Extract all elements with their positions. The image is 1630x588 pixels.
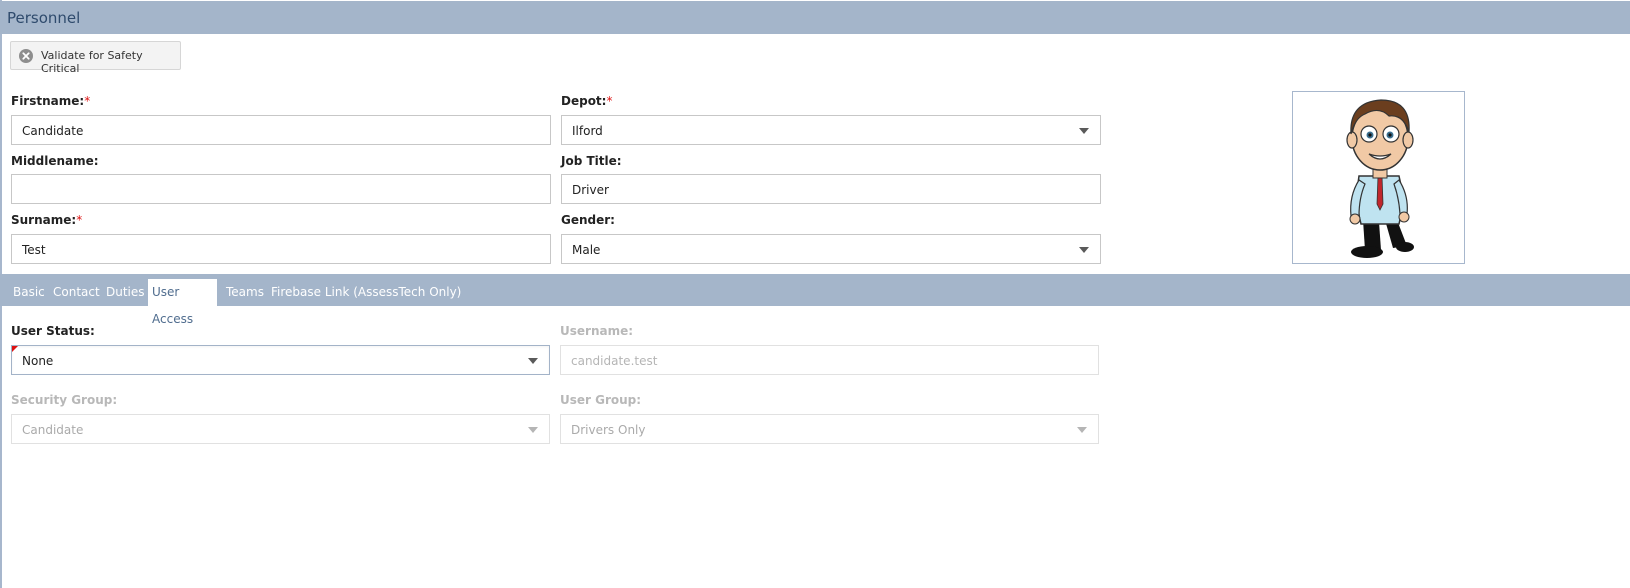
tab-teams[interactable]: Teams bbox=[222, 279, 268, 306]
avatar[interactable] bbox=[1292, 91, 1465, 264]
security-group-select[interactable]: Candidate bbox=[11, 414, 550, 444]
middlename-input[interactable] bbox=[11, 174, 551, 204]
user-group-label: User Group: bbox=[560, 393, 642, 407]
firstname-label: Firstname:* bbox=[11, 94, 91, 108]
validate-safety-critical-button[interactable]: Validate for Safety Critical bbox=[10, 41, 181, 75]
surname-label: Surname:* bbox=[11, 213, 83, 227]
user-status-label: User Status: bbox=[11, 324, 95, 338]
gender-select[interactable]: Male bbox=[561, 234, 1101, 264]
tab-duties[interactable]: Duties bbox=[102, 279, 149, 306]
tab-firebase-link[interactable]: Firebase Link (AssessTech Only) bbox=[267, 279, 465, 306]
username-input[interactable]: candidate.test bbox=[560, 345, 1099, 375]
chevron-down-icon bbox=[528, 427, 538, 433]
depot-select[interactable]: Ilford bbox=[561, 115, 1101, 145]
surname-input[interactable]: Test bbox=[11, 234, 551, 264]
tab-user-access[interactable]: User Access bbox=[148, 279, 217, 326]
page-title: Personnel bbox=[7, 9, 81, 27]
gender-label: Gender: bbox=[561, 213, 615, 227]
chevron-down-icon bbox=[528, 358, 538, 364]
middlename-label: Middlename: bbox=[11, 154, 99, 168]
changed-flag-icon bbox=[12, 346, 18, 352]
close-circle-icon bbox=[19, 49, 33, 63]
job-title-input[interactable]: Driver bbox=[561, 174, 1101, 204]
chevron-down-icon bbox=[1079, 247, 1089, 253]
tab-bar: Basic Contact Duties User Access Teams F… bbox=[0, 274, 1630, 326]
chevron-down-icon bbox=[1079, 128, 1089, 134]
validate-button-label: Validate for Safety Critical bbox=[41, 49, 143, 75]
username-label: Username: bbox=[560, 324, 634, 338]
job-title-label: Job Title: bbox=[561, 154, 622, 168]
user-status-select[interactable]: None bbox=[11, 345, 550, 375]
tab-contact[interactable]: Contact bbox=[49, 279, 104, 306]
tab-basic[interactable]: Basic bbox=[9, 279, 49, 306]
security-group-label: Security Group: bbox=[11, 393, 118, 407]
user-group-select[interactable]: Drivers Only bbox=[560, 414, 1099, 444]
cartoon-person-avatar-icon bbox=[1346, 99, 1414, 258]
firstname-input[interactable]: Candidate bbox=[11, 115, 551, 145]
chevron-down-icon bbox=[1077, 427, 1087, 433]
depot-label: Depot:* bbox=[561, 94, 613, 108]
title-bar: Personnel bbox=[0, 1, 1630, 34]
